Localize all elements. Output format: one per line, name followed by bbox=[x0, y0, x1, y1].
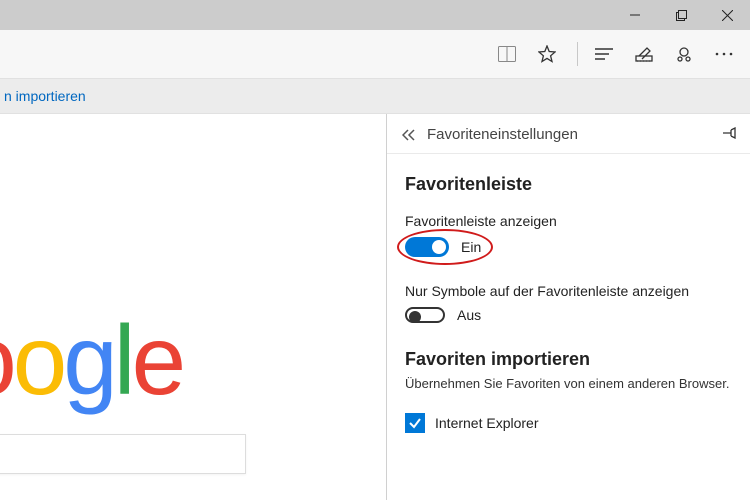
section-favorites-bar: Favoritenleiste bbox=[405, 174, 730, 195]
settings-panel: Favoriteneinstellungen Favoritenleiste F… bbox=[387, 114, 750, 500]
close-button[interactable] bbox=[704, 0, 750, 30]
toggle-show-favbar-state: Ein bbox=[461, 239, 481, 255]
more-icon[interactable] bbox=[704, 34, 744, 74]
favorites-star-icon[interactable] bbox=[527, 34, 567, 74]
toggle-icons-only-state: Aus bbox=[457, 307, 481, 323]
toggle-show-favbar-row: Ein bbox=[405, 237, 730, 257]
toolbar-separator bbox=[577, 42, 578, 66]
toggle-icons-only-row: Aus bbox=[405, 307, 730, 323]
option-icons-only-label: Nur Symbole auf der Favoritenleiste anze… bbox=[405, 283, 730, 299]
share-icon[interactable] bbox=[664, 34, 704, 74]
panel-header: Favoriteneinstellungen bbox=[387, 114, 750, 154]
hub-icon[interactable] bbox=[584, 34, 624, 74]
import-ie-row: Internet Explorer bbox=[405, 413, 730, 433]
import-ie-checkbox[interactable] bbox=[405, 413, 425, 433]
toggle-icons-only[interactable] bbox=[405, 307, 445, 323]
pin-button[interactable] bbox=[722, 126, 736, 143]
window-titlebar bbox=[0, 0, 750, 30]
import-ie-label: Internet Explorer bbox=[435, 415, 539, 431]
option-show-favbar-label: Favoritenleiste anzeigen bbox=[405, 213, 730, 229]
favorites-import-link[interactable]: n importieren bbox=[4, 88, 86, 104]
import-hint: Übernehmen Sie Favoriten von einem ander… bbox=[405, 376, 730, 391]
page-content: Google bbox=[0, 114, 387, 500]
panel-title: Favoriteneinstellungen bbox=[427, 126, 578, 143]
google-logo: Google bbox=[0, 304, 182, 417]
favorites-bar: n importieren bbox=[0, 78, 750, 114]
back-button[interactable] bbox=[397, 129, 421, 141]
reading-view-icon[interactable] bbox=[487, 34, 527, 74]
toggle-show-favbar[interactable] bbox=[405, 237, 449, 257]
search-input[interactable] bbox=[0, 434, 246, 474]
panel-body: Favoritenleiste Favoritenleiste anzeigen… bbox=[387, 154, 750, 433]
main-area: Google Favoriteneinstellungen Favoritenl… bbox=[0, 114, 750, 500]
minimize-button[interactable] bbox=[612, 0, 658, 30]
section-import: Favoriten importieren bbox=[405, 349, 730, 370]
maximize-button[interactable] bbox=[658, 0, 704, 30]
browser-toolbar bbox=[0, 30, 750, 78]
webnote-icon[interactable] bbox=[624, 34, 664, 74]
